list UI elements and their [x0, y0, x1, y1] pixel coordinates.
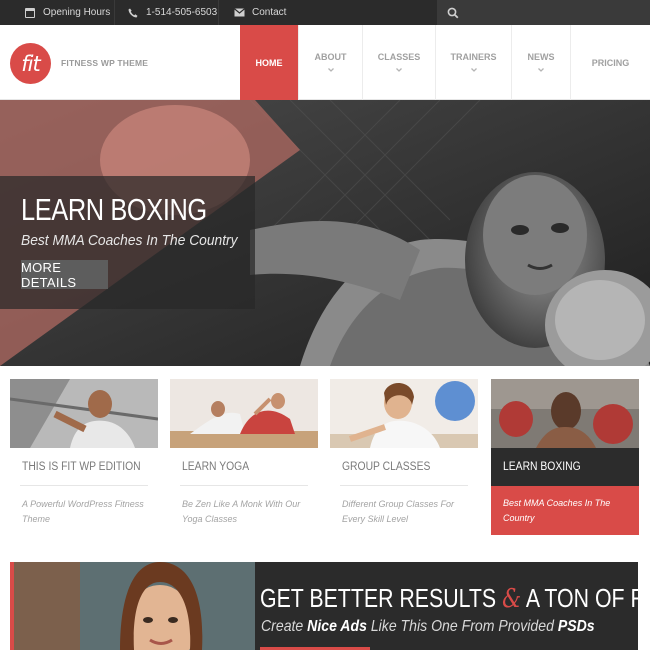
nav-item-about[interactable]: ABOUT — [298, 25, 362, 100]
banner-accent-line — [10, 562, 14, 650]
banner-title: GET BETTER RESULTS & A TON OF FUN — [260, 583, 638, 614]
divider — [20, 485, 148, 486]
contact-label: Contact — [252, 7, 287, 18]
feature-card-highlighted[interactable]: LEARN BOXING Best MMA Coaches In The Cou… — [491, 379, 639, 535]
banner-title-part1: GET BETTER RESULTS — [260, 583, 497, 613]
nav-item-news[interactable]: NEWS — [511, 25, 570, 100]
nav-label: ABOUT — [314, 51, 347, 62]
nav-label: HOME — [255, 57, 283, 68]
banner-image-woman — [10, 562, 255, 650]
chevron-down-icon — [470, 67, 477, 72]
card-description: A Powerful WordPress Fitness Theme — [22, 499, 144, 524]
mail-icon — [234, 7, 245, 18]
divider — [114, 0, 115, 25]
search-input[interactable] — [437, 0, 650, 25]
opening-hours-label: Opening Hours — [43, 7, 111, 18]
hero-caption: LEARN BOXING Best MMA Coaches In The Cou… — [0, 176, 255, 309]
top-bar: Opening Hours 1-514-505-6503 Contact — [0, 0, 650, 25]
more-details-button[interactable]: MORE DETAILS — [21, 260, 108, 290]
card-title: THIS IS FIT WP EDITION — [22, 461, 141, 473]
chevron-down-icon — [396, 67, 402, 72]
banner-sub-emphasis: Nice Ads — [307, 618, 367, 635]
nav-item-trainers[interactable]: TRAINERS — [435, 25, 511, 100]
card-image-group-classes — [330, 379, 478, 448]
promo-banner[interactable]: GET BETTER RESULTS & A TON OF FUN Create… — [10, 562, 638, 650]
feature-card[interactable]: THIS IS FIT WP EDITION A Powerful WordPr… — [10, 379, 158, 535]
banner-sub-text: Like This One From Provided — [366, 618, 558, 635]
card-description: Best MMA Coaches In The Country — [503, 498, 611, 523]
hero-subtitle: Best MMA Coaches In The Country — [21, 232, 238, 249]
card-image-boxing — [491, 379, 639, 448]
site-logo[interactable]: fit — [10, 43, 51, 84]
phone-icon — [128, 8, 138, 18]
phone-link[interactable]: 1-514-505-6503 — [128, 0, 217, 25]
card-title: LEARN BOXING — [503, 461, 581, 473]
feature-card[interactable]: LEARN YOGA Be Zen Like A Monk With Our Y… — [170, 379, 318, 535]
nav-item-pricing[interactable]: PRICING — [570, 25, 650, 100]
phone-number: 1-514-505-6503 — [146, 7, 218, 18]
opening-hours-link[interactable]: Opening Hours — [25, 0, 110, 25]
nav-label: CLASSES — [377, 51, 421, 62]
nav-item-classes[interactable]: CLASSES — [362, 25, 435, 100]
calendar-icon — [25, 7, 35, 18]
logo-text: fit — [21, 51, 40, 76]
divider — [340, 485, 468, 486]
banner-sub-text: Create — [261, 618, 308, 635]
card-image-yoga — [170, 379, 318, 448]
nav-label: NEWS — [527, 51, 555, 62]
nav-label: TRAINERS — [450, 51, 497, 62]
banner-title-part2: A TON OF FUN — [525, 583, 638, 613]
card-title: LEARN YOGA — [182, 461, 250, 473]
feature-cards: THIS IS FIT WP EDITION A Powerful WordPr… — [0, 379, 650, 539]
card-description: Different Group Classes For Every Skill … — [342, 499, 455, 524]
chevron-down-icon — [327, 67, 334, 72]
site-tagline: FITNESS WP THEME — [61, 58, 149, 68]
nav-item-home[interactable]: HOME — [240, 25, 298, 100]
contact-link[interactable]: Contact — [234, 0, 286, 25]
divider — [180, 485, 308, 486]
banner-sub-emphasis: PSDs — [557, 618, 595, 635]
hero-slider: LEARN BOXING Best MMA Coaches In The Cou… — [0, 100, 650, 366]
chevron-down-icon — [538, 67, 544, 72]
ampersand: & — [502, 584, 522, 614]
hero-title: LEARN BOXING — [21, 192, 207, 227]
banner-subtitle: Create Nice Ads Like This One From Provi… — [261, 618, 595, 636]
nav-label: PRICING — [591, 57, 630, 68]
card-image-fit-edition — [10, 379, 158, 448]
feature-card[interactable]: GROUP CLASSES Different Group Classes Fo… — [330, 379, 478, 535]
divider — [218, 0, 219, 25]
site-header: fit FITNESS WP THEME HOME ABOUT CLASSES … — [0, 25, 650, 100]
card-title: GROUP CLASSES — [342, 461, 431, 473]
search-icon[interactable] — [447, 7, 459, 19]
card-description: Be Zen Like A Monk With Our Yoga Classes — [182, 499, 301, 524]
main-nav: HOME ABOUT CLASSES TRAINERS NEWS PRICING — [240, 25, 650, 100]
